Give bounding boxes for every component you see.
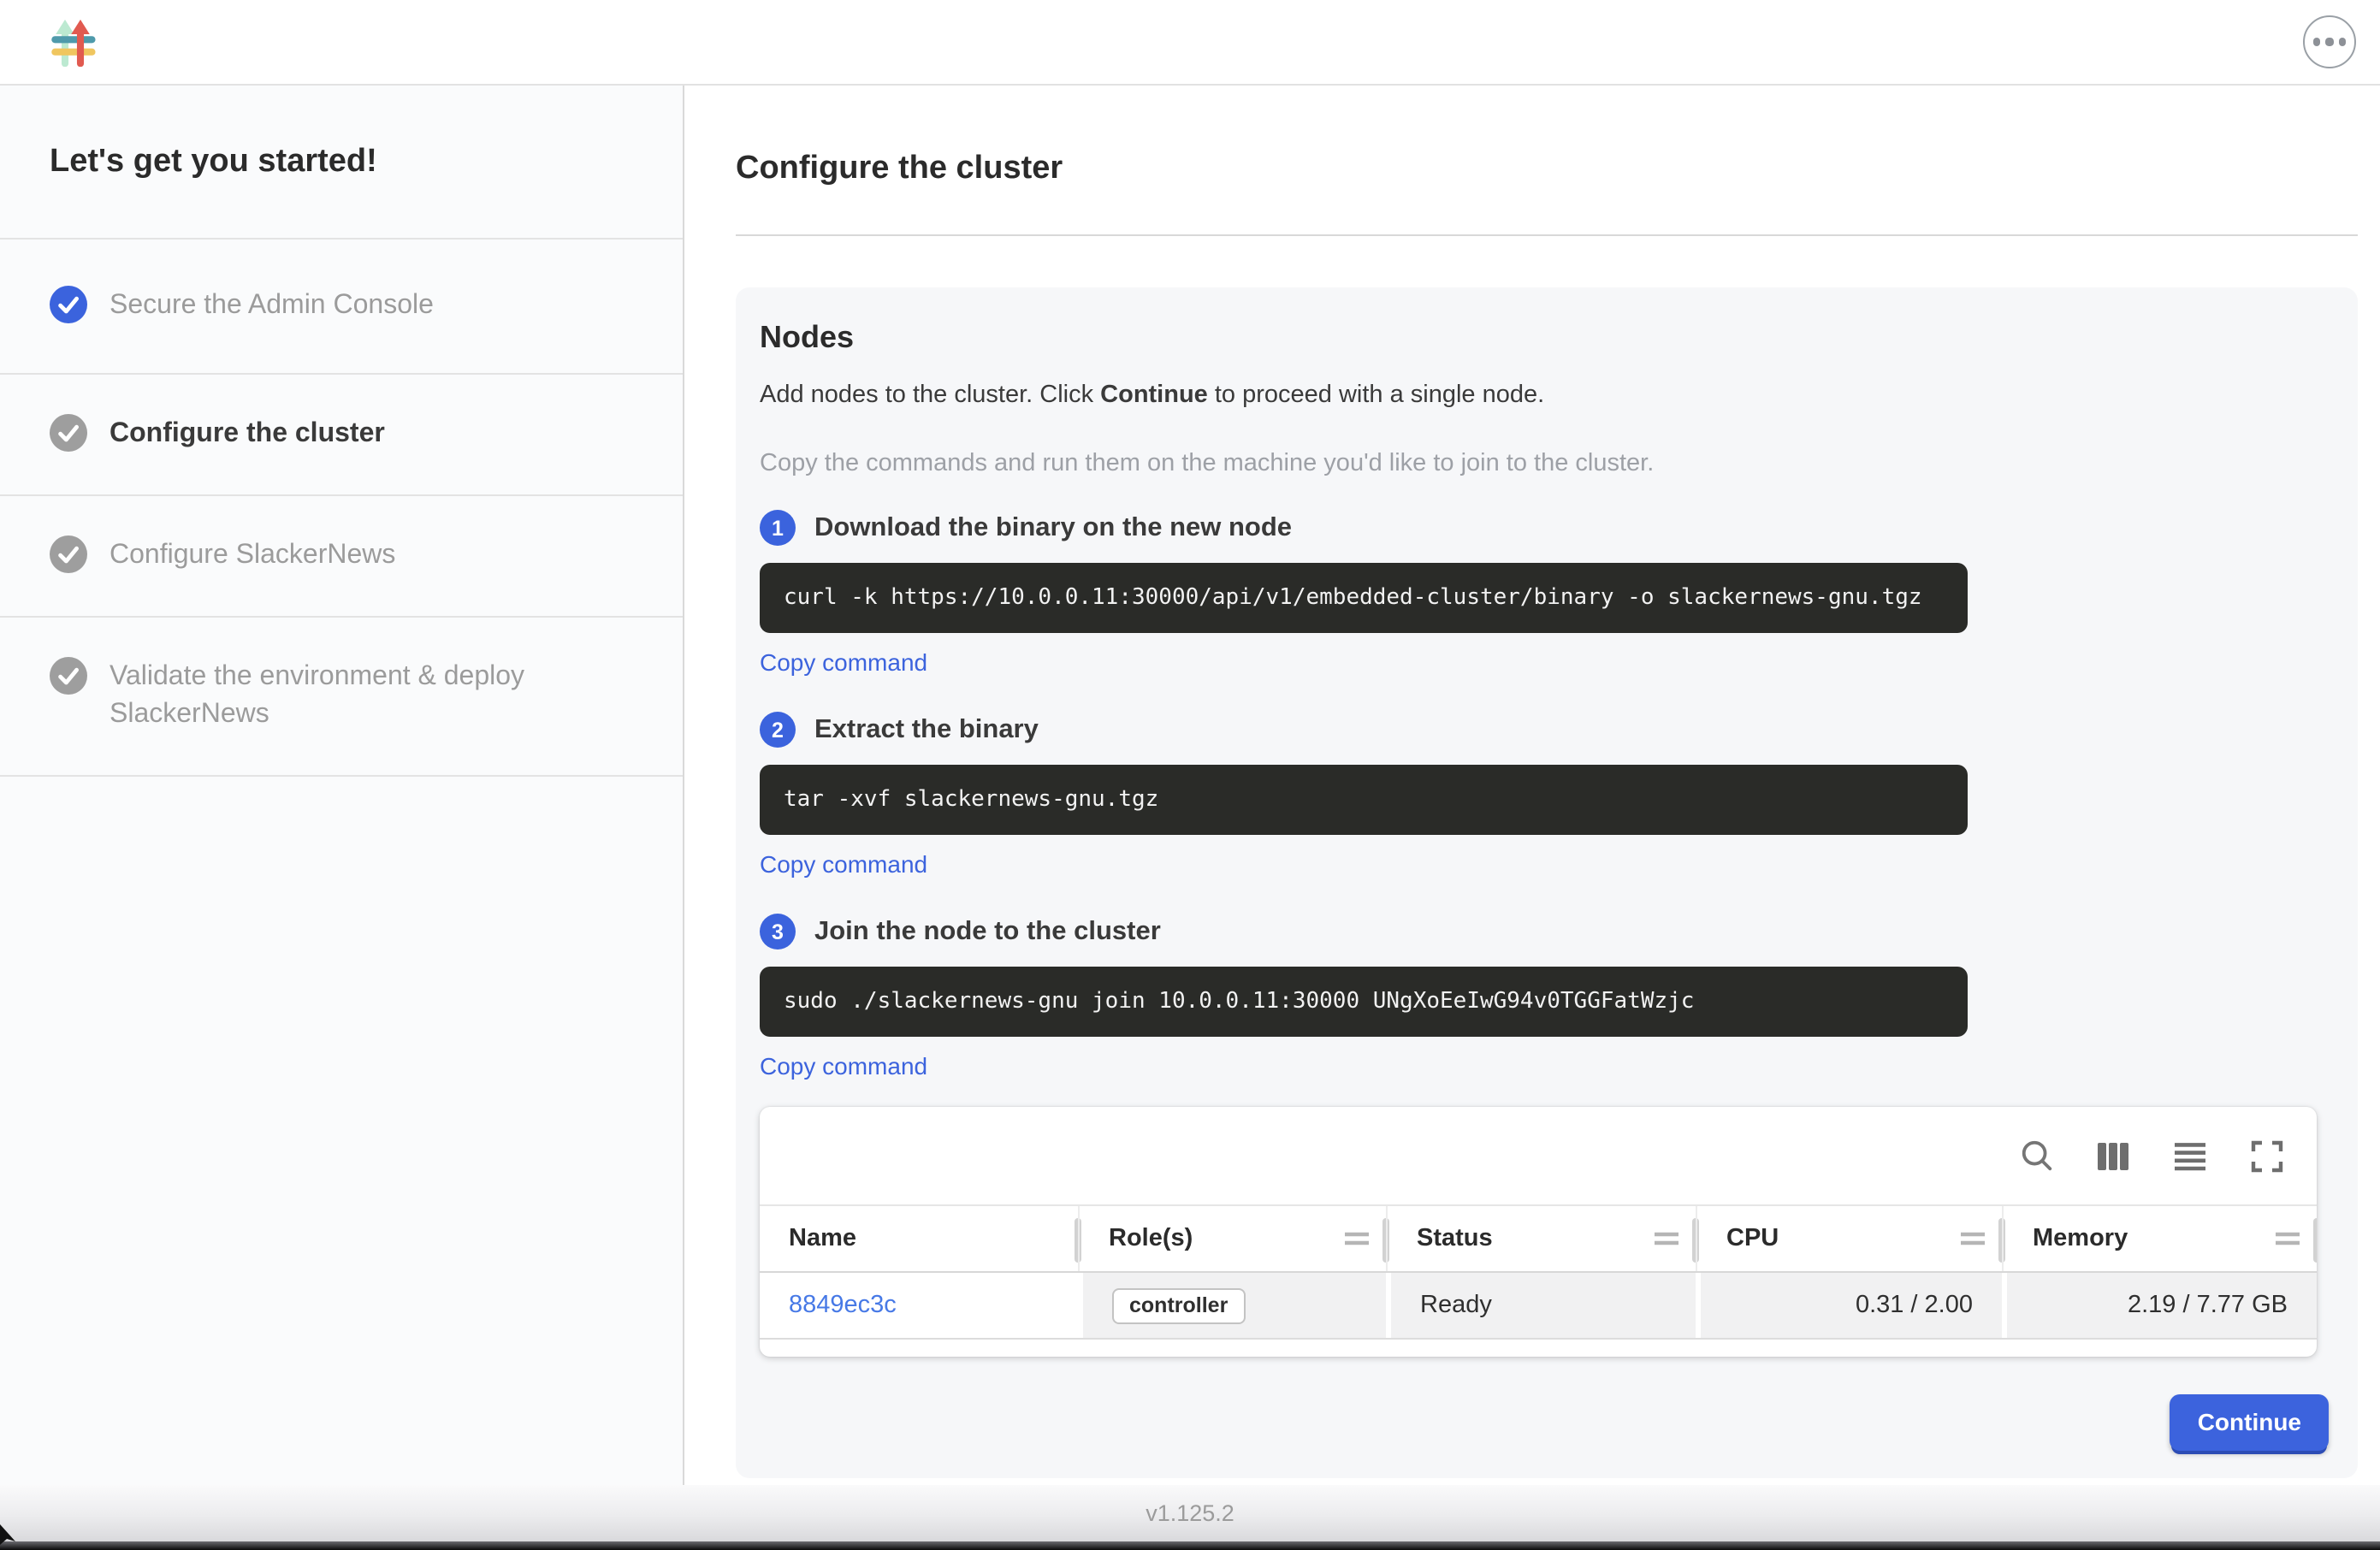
step-3-title: Join the node to the cluster: [814, 916, 1161, 947]
step-3-command: sudo ./slackernews-gnu join 10.0.0.11:30…: [760, 967, 1968, 1037]
slackernews-logo-icon: [50, 17, 96, 67]
table-header-row: Name Role(s) Status: [760, 1204, 2317, 1273]
column-header-memory[interactable]: Memory: [2002, 1206, 2317, 1271]
column-header-roles[interactable]: Role(s): [1078, 1206, 1386, 1271]
step-1-command: curl -k https://10.0.0.11:30000/api/v1/e…: [760, 563, 1968, 633]
join-instruction: Copy the commands and run them on the ma…: [760, 450, 2329, 477]
step-2-header: 2 Extract the binary: [760, 712, 2329, 748]
check-circle-icon: [50, 414, 87, 452]
columns-icon[interactable]: [2094, 1137, 2132, 1174]
check-circle-icon: [50, 535, 87, 573]
drag-handle-icon[interactable]: [1961, 1232, 1985, 1245]
table-toolbar: [760, 1107, 2317, 1204]
step-2-title: Extract the binary: [814, 714, 1039, 745]
node-cpu-cell: 0.31 / 2.00: [1696, 1273, 2002, 1338]
sidebar-item-label: Validate the environment & deploy Slacke…: [110, 659, 631, 734]
nodes-table-panel: Name Role(s) Status: [760, 1107, 2317, 1357]
sidebar-item-label: Secure the Admin Console: [110, 287, 434, 325]
step-2-badge: 2: [760, 712, 796, 748]
step-3-copy-command-link[interactable]: Copy command: [760, 1052, 927, 1080]
step-1-header: 1 Download the binary on the new node: [760, 510, 2329, 546]
check-circle-icon: [50, 286, 87, 323]
check-circle-icon: [50, 657, 87, 695]
nodes-intro: Add nodes to the cluster. Click Continue…: [760, 382, 2329, 409]
nodes-heading: Nodes: [760, 320, 2329, 356]
ellipsis-menu-icon[interactable]: [2303, 15, 2356, 68]
column-resize-handle[interactable]: [2313, 1218, 2317, 1263]
density-icon[interactable]: [2171, 1137, 2209, 1174]
continue-button[interactable]: Continue: [2170, 1394, 2329, 1451]
step-3-badge: 3: [760, 914, 796, 950]
drag-handle-icon[interactable]: [2276, 1232, 2300, 1245]
nodes-card: Nodes Add nodes to the cluster. Click Co…: [736, 287, 2358, 1478]
sidebar-item-label: Configure SlackerNews: [110, 537, 395, 575]
search-icon[interactable]: [2017, 1137, 2055, 1174]
node-name-cell: 8849ec3c: [760, 1273, 1078, 1338]
top-bar: [0, 0, 2380, 86]
drag-handle-icon[interactable]: [1655, 1232, 1678, 1245]
sidebar-item-configure-slackernews[interactable]: Configure SlackerNews: [0, 496, 683, 618]
step-2-copy-command-link[interactable]: Copy command: [760, 850, 927, 878]
node-status-cell: Ready: [1386, 1273, 1696, 1338]
node-roles-cell: controller: [1078, 1273, 1386, 1338]
main-content: Configure the cluster Nodes Add nodes to…: [684, 86, 2380, 1485]
mouse-cursor: [0, 1524, 15, 1545]
sidebar-item-validate-deploy[interactable]: Validate the environment & deploy Slacke…: [0, 618, 683, 777]
drag-handle-icon[interactable]: [1345, 1232, 1369, 1245]
step-3-header: 3 Join the node to the cluster: [760, 914, 2329, 950]
step-1-copy-command-link[interactable]: Copy command: [760, 648, 927, 676]
sidebar-item-secure-admin-console[interactable]: Secure the Admin Console: [0, 240, 683, 375]
sidebar-item-label: Configure the cluster: [110, 416, 385, 453]
app-version: v1.125.2: [1146, 1500, 1234, 1526]
step-1-title: Download the binary on the new node: [814, 512, 1292, 543]
column-header-name[interactable]: Name: [760, 1206, 1078, 1271]
step-2-command: tar -xvf slackernews-gnu.tgz: [760, 765, 1968, 835]
sidebar-heading: Let's get you started!: [0, 86, 683, 240]
table-row: 8849ec3c controller Ready 0.31 / 2.00 2.…: [760, 1273, 2317, 1340]
role-chip: controller: [1112, 1287, 1245, 1323]
sidebar-item-configure-cluster[interactable]: Configure the cluster: [0, 375, 683, 496]
page-title: Configure the cluster: [736, 151, 2358, 188]
intro-continue-emphasis: Continue: [1100, 382, 1208, 409]
node-name-link[interactable]: 8849ec3c: [789, 1292, 897, 1319]
title-divider: [736, 234, 2358, 236]
bottom-edge-bar: [0, 1541, 2380, 1550]
column-header-status[interactable]: Status: [1386, 1206, 1696, 1271]
footer-bar: v1.125.2: [0, 1485, 2380, 1541]
node-memory-cell: 2.19 / 7.77 GB: [2002, 1273, 2317, 1338]
app-window: Let's get you started! Secure the Admin …: [0, 0, 2380, 1550]
column-header-cpu[interactable]: CPU: [1696, 1206, 2002, 1271]
step-1-badge: 1: [760, 510, 796, 546]
sidebar: Let's get you started! Secure the Admin …: [0, 86, 684, 1485]
fullscreen-icon[interactable]: [2248, 1137, 2286, 1174]
